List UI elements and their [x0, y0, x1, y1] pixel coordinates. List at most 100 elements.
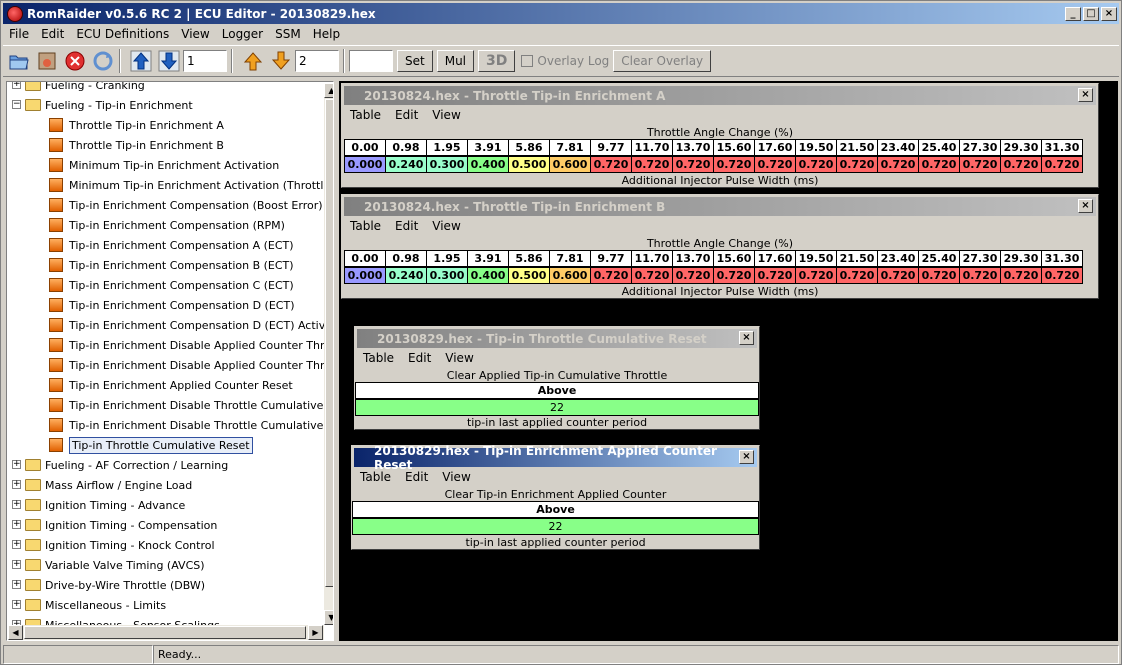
axis-header-cell[interactable]: 0.00	[344, 250, 386, 267]
tree-table-item[interactable]: Tip-in Enrichment Compensation B (ECT)	[49, 255, 294, 275]
tree-table-item[interactable]: Tip-in Enrichment Disable Applied Counte…	[49, 355, 333, 375]
axis-header-cell[interactable]: 25.40	[918, 250, 960, 267]
scroll-thumb-horizontal[interactable]	[24, 626, 306, 639]
table-window-titlebar[interactable]: 20130824.hex - Throttle Tip-in Enrichmen…	[344, 197, 1096, 216]
menu-table[interactable]: Table	[363, 351, 394, 365]
open-folder-icon[interactable]	[7, 49, 31, 73]
tree-vertical-scrollbar[interactable]: ▲ ▼	[324, 83, 333, 625]
table-value-cell[interactable]: 0.720	[754, 267, 796, 284]
table-value-cell[interactable]: 0.400	[467, 156, 509, 173]
table-value-cell[interactable]: 0.720	[590, 156, 632, 173]
table-value-cell[interactable]: 0.720	[631, 156, 673, 173]
table-value-cell[interactable]: 0.720	[1000, 267, 1042, 284]
table-value-cell[interactable]: 0.720	[631, 267, 673, 284]
axis-header-cell[interactable]: 11.70	[631, 250, 673, 267]
coarse-increment-input[interactable]	[295, 50, 339, 72]
tree-table-item[interactable]: Tip-in Enrichment Compensation A (ECT)	[49, 235, 294, 255]
tree-folder[interactable]: + Variable Valve Timing (AVCS)	[12, 555, 205, 575]
decrement-arrow-down-icon[interactable]	[157, 49, 181, 73]
table-value-cell[interactable]: 0.720	[754, 156, 796, 173]
axis-header-cell[interactable]: 0.00	[344, 139, 386, 156]
axis-header-cell[interactable]: 9.77	[590, 139, 632, 156]
minimize-button[interactable]: _	[1065, 6, 1081, 21]
tree-folder[interactable]: + Ignition Timing - Knock Control	[12, 535, 215, 555]
axis-header-cell[interactable]: 21.50	[836, 139, 878, 156]
axis-header-cell[interactable]: 3.91	[467, 139, 509, 156]
table-window-applied-counter-reset[interactable]: 20130829.hex - Tip-in Enrichment Applied…	[351, 444, 760, 550]
menu-logger[interactable]: Logger	[216, 27, 269, 41]
table-window-titlebar[interactable]: 20130829.hex - Tip-in Enrichment Applied…	[354, 444, 757, 472]
axis-header-cell[interactable]: 5.86	[508, 139, 550, 156]
axis-header-cell[interactable]: 5.86	[508, 250, 550, 267]
table-value-cell[interactable]: 0.720	[672, 156, 714, 173]
axis-header-cell[interactable]: 27.30	[959, 139, 1001, 156]
axis-header-cell[interactable]: 0.98	[385, 250, 427, 267]
table-value-cell[interactable]: 0.720	[918, 267, 960, 284]
scroll-thumb[interactable]	[325, 99, 333, 587]
table-value-cell[interactable]: 0.720	[959, 267, 1001, 284]
tree-table-item[interactable]: Tip-in Enrichment Disable Throttle Cumul…	[49, 415, 333, 435]
value-cell[interactable]: 22	[352, 518, 759, 535]
refresh-icon[interactable]	[91, 49, 115, 73]
axis-header-cell[interactable]: 9.77	[590, 250, 632, 267]
checkbox-box[interactable]	[521, 55, 534, 67]
expand-icon[interactable]: +	[12, 540, 21, 549]
table-value-cell[interactable]: 0.600	[549, 267, 591, 284]
tree-folder[interactable]: + Mass Airflow / Engine Load	[12, 475, 192, 495]
tree-table-item[interactable]: Tip-in Enrichment Compensation D (ECT) A…	[49, 315, 333, 335]
table-value-cell[interactable]: 0.300	[426, 156, 468, 173]
table-value-cell[interactable]: 0.720	[795, 267, 837, 284]
table-value-cell[interactable]: 0.240	[385, 156, 427, 173]
axis-header-cell[interactable]: 17.60	[754, 250, 796, 267]
title-bar[interactable]: RomRaider v0.5.6 RC 2 | ECU Editor - 201…	[3, 3, 1119, 24]
coarse-increment-up-icon[interactable]	[241, 49, 265, 73]
table-value-cell[interactable]: 0.500	[508, 267, 550, 284]
table-window-titlebar[interactable]: 20130824.hex - Throttle Tip-in Enrichmen…	[344, 86, 1096, 105]
table-value-cell[interactable]: 0.240	[385, 267, 427, 284]
menu-ecu-definitions[interactable]: ECU Definitions	[70, 27, 175, 41]
tree-table-item[interactable]: Tip-in Enrichment Compensation (RPM)	[49, 215, 285, 235]
maximize-button[interactable]: □	[1083, 6, 1099, 21]
table-value-cell[interactable]: 0.720	[672, 267, 714, 284]
tree-table-item[interactable]: Tip-in Throttle Cumulative Reset	[49, 435, 253, 455]
table-value-cell[interactable]: 0.720	[713, 267, 755, 284]
table-value-cell[interactable]: 0.400	[467, 267, 509, 284]
table-value-cell[interactable]: 0.720	[836, 156, 878, 173]
axis-header-cell[interactable]: 27.30	[959, 250, 1001, 267]
axis-header-cell[interactable]: 19.50	[795, 139, 837, 156]
scroll-down-icon[interactable]: ▼	[324, 610, 333, 625]
table-value-cell[interactable]: 0.720	[1041, 156, 1083, 173]
menu-edit[interactable]: Edit	[395, 219, 418, 233]
tree-table-item[interactable]: Minimum Tip-in Enrichment Activation (Th…	[49, 175, 333, 195]
menu-view[interactable]: View	[175, 27, 215, 41]
axis-header-cell[interactable]: 7.81	[549, 250, 591, 267]
table-value-cell[interactable]: 0.600	[549, 156, 591, 173]
expand-icon[interactable]: +	[12, 560, 21, 569]
table-value-cell[interactable]: 0.720	[713, 156, 755, 173]
tree-folder[interactable]: + Drive-by-Wire Throttle (DBW)	[12, 575, 205, 595]
expand-icon[interactable]: +	[12, 500, 21, 509]
close-icon[interactable]: ×	[1078, 88, 1093, 102]
tree-folder[interactable]: + Ignition Timing - Compensation	[12, 515, 217, 535]
3d-view-button[interactable]: 3D	[478, 50, 516, 72]
menu-file[interactable]: File	[3, 27, 35, 41]
menu-edit[interactable]: Edit	[408, 351, 431, 365]
expand-icon[interactable]: +	[13, 640, 21, 641]
axis-header-cell[interactable]: 31.30	[1041, 139, 1083, 156]
menu-edit[interactable]: Edit	[395, 108, 418, 122]
tree-table-item[interactable]: Tip-in Enrichment Compensation C (ECT)	[49, 275, 294, 295]
table-value-cell[interactable]: 0.500	[508, 156, 550, 173]
close-button[interactable]: ×	[1101, 6, 1117, 21]
overlay-log-checkbox[interactable]: Overlay Log	[521, 54, 609, 68]
expand-icon[interactable]: +	[12, 520, 21, 529]
axis-header-cell[interactable]: 1.95	[426, 139, 468, 156]
tree-folder[interactable]: + Miscellaneous - Limits	[12, 595, 166, 615]
table-value-cell[interactable]: 0.720	[836, 267, 878, 284]
axis-header-cell[interactable]: 29.30	[1000, 250, 1042, 267]
increment-arrow-up-icon[interactable]	[129, 49, 153, 73]
scroll-right-icon[interactable]: ▶	[308, 625, 323, 640]
axis-header-cell[interactable]: 13.70	[672, 139, 714, 156]
menu-table[interactable]: Table	[350, 219, 381, 233]
axis-header-cell[interactable]: 31.30	[1041, 250, 1083, 267]
table-value-cell[interactable]: 0.720	[590, 267, 632, 284]
